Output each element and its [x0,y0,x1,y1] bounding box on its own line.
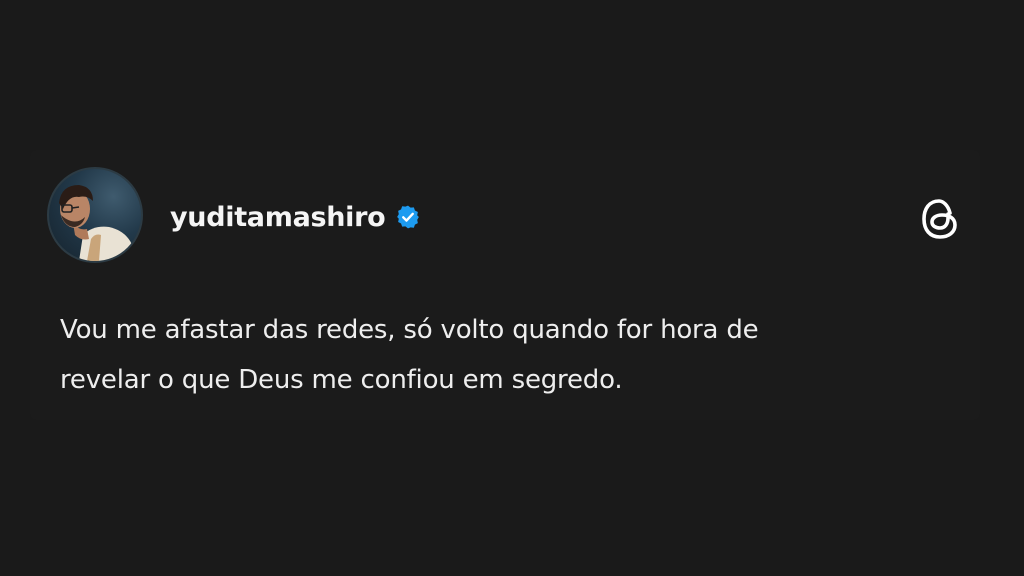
threads-logo-icon[interactable] [917,196,963,242]
post-text-line: Vou me afastar das redes, só volto quand… [60,315,759,345]
verified-badge-icon [395,204,421,230]
author-row: yuditamashiro [170,197,421,237]
post-text-line: revelar o que Deus me confiou em segredo… [60,365,623,395]
profile-photo-icon [59,185,137,261]
avatar[interactable] [47,167,143,263]
post-text: Vou me afastar das redes, só volto quand… [60,305,960,405]
username[interactable]: yuditamashiro [170,202,386,233]
